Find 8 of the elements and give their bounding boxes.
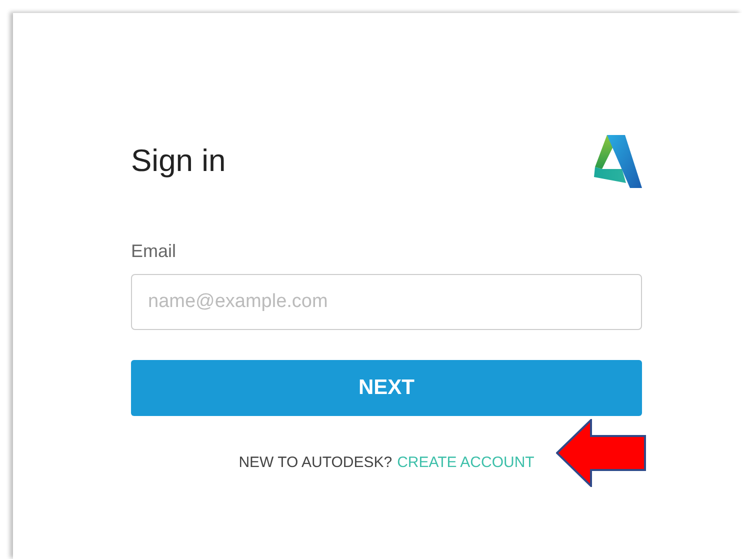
new-account-prompt: NEW TO AUTODESK? [238,454,392,471]
logo-icon [592,133,642,189]
email-label: Email [131,241,178,262]
email-field[interactable]: name@example.com [131,274,642,330]
next-button[interactable]: NEXT [131,360,642,416]
arrow-icon [556,419,647,487]
sign-in-title: Sign in [131,143,226,179]
create-account-link[interactable]: CREATE ACCOUNT [397,454,534,471]
